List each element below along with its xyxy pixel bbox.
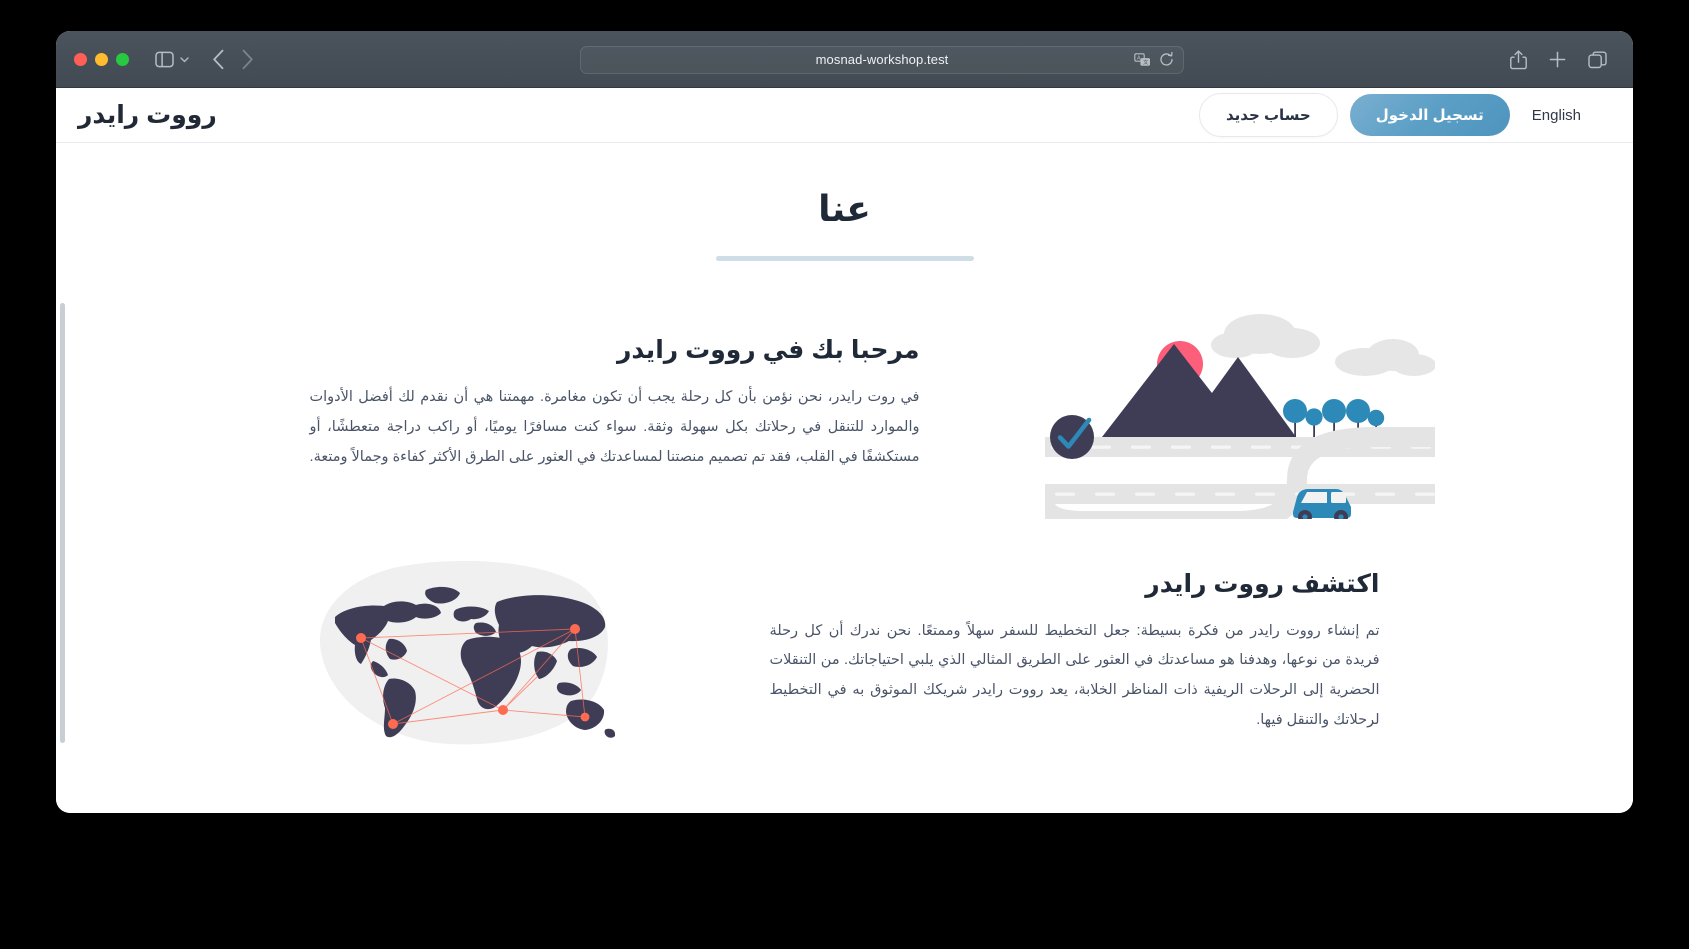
reload-icon[interactable] — [1159, 52, 1174, 67]
page-scrollbar[interactable] — [60, 303, 65, 743]
chevron-down-icon[interactable] — [179, 54, 190, 65]
language-switch-link[interactable]: English — [1532, 107, 1581, 124]
section-welcome-heading: مرحبا بك في رووت رايدر — [616, 336, 920, 365]
section-discover-body: تم إنشاء رووت رايدر من فكرة بسيطة: جعل ا… — [769, 622, 1380, 728]
browser-titlebar: mosnad-workshop.test A 文 — [56, 31, 1633, 88]
site-brand[interactable]: رووت رايدر — [78, 100, 217, 130]
address-bar[interactable]: mosnad-workshop.test A 文 — [580, 45, 1184, 74]
tab-overview-icon[interactable] — [1588, 51, 1607, 69]
url-text: mosnad-workshop.test — [815, 52, 949, 67]
site-header: حساب جديد تسجيل الدخول English رووت رايد… — [56, 88, 1633, 143]
page-title: عنا — [818, 188, 871, 229]
translate-icon[interactable]: A 文 — [1134, 52, 1151, 67]
section-welcome-text: مرحبا بك في رووت رايدر في روت رايدر، نحن… — [280, 335, 920, 472]
browser-window: mosnad-workshop.test A 文 حساب جديد تسجيل… — [56, 31, 1633, 813]
section-welcome: مرحبا بك في رووت رايدر في روت رايدر، نحن… — [130, 289, 1560, 519]
plus-icon[interactable] — [1549, 51, 1566, 68]
section-discover-text: اكتشف رووت رايدر تم إنشاء رووت رايدر من … — [770, 569, 1410, 736]
register-button[interactable]: حساب جديد — [1199, 93, 1338, 137]
navigation-buttons — [212, 49, 254, 70]
window-controls — [74, 53, 129, 66]
site-nav-actions: حساب جديد تسجيل الدخول English — [1199, 93, 1595, 137]
maximize-window-button[interactable] — [116, 53, 129, 66]
back-arrow-icon[interactable] — [212, 49, 225, 70]
address-bar-container: mosnad-workshop.test A 文 — [254, 45, 1510, 74]
section-discover: اكتشف رووت رايدر تم إنشاء رووت رايدر من … — [130, 557, 1560, 747]
sidebar-icon[interactable] — [155, 51, 174, 68]
page-title-block: عنا — [56, 188, 1633, 261]
svg-text:文: 文 — [1143, 58, 1149, 66]
forward-arrow-icon[interactable] — [241, 49, 254, 70]
section-welcome-body: في روت رايدر، نحن نؤمن بأن كل رحلة يجب أ… — [309, 389, 920, 465]
close-window-button[interactable] — [74, 53, 87, 66]
title-underline — [715, 256, 974, 261]
section-discover-heading: اكتشف رووت رايدر — [1145, 569, 1380, 598]
sidebar-controls — [155, 51, 190, 68]
minimize-window-button[interactable] — [95, 53, 108, 66]
address-bar-actions: A 文 — [1134, 47, 1174, 73]
page-viewport: حساب جديد تسجيل الدخول English رووت رايد… — [56, 88, 1633, 813]
toolbar-right-actions — [1510, 49, 1607, 70]
world-map-illustration — [130, 557, 770, 747]
login-button[interactable]: تسجيل الدخول — [1349, 94, 1510, 136]
share-icon[interactable] — [1510, 49, 1527, 70]
mountain-road-illustration — [920, 289, 1560, 519]
